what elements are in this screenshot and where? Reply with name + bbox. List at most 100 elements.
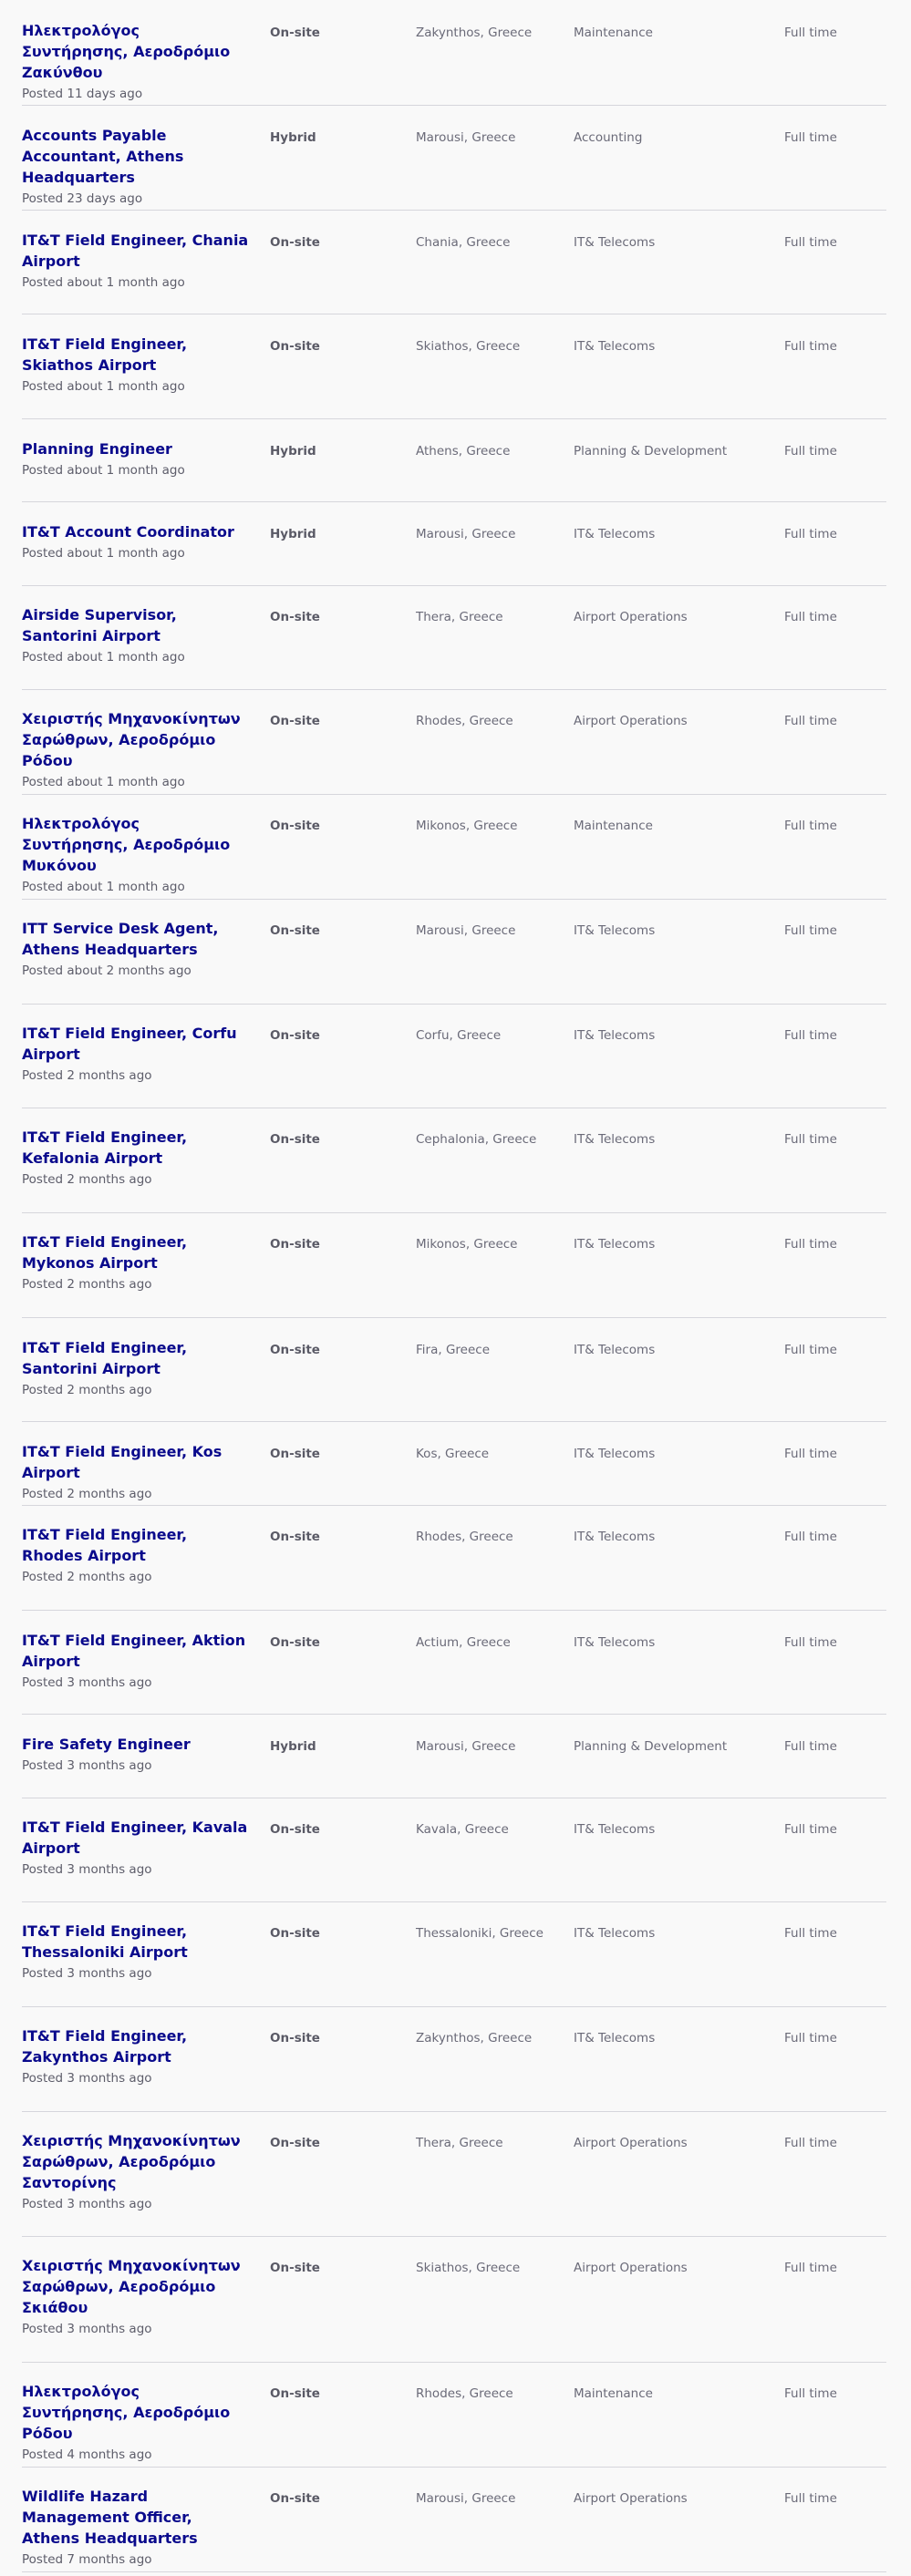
job-title-link[interactable]: IT&T Field Engineer, Kavala Airport (22, 1817, 250, 1859)
job-row[interactable]: IT&T Field Engineer, Corfu Airport Poste… (22, 1005, 886, 1108)
job-title-link[interactable]: IT&T Field Engineer, Thessaloniki Airpor… (22, 1921, 250, 1963)
job-title-link[interactable]: Fire Safety Engineer (22, 1734, 250, 1755)
employment-type: Full time (784, 1028, 837, 1043)
job-row[interactable]: Accounts Payable Accountant, Athens Head… (22, 106, 886, 211)
employment-type: Full time (784, 714, 837, 728)
job-row[interactable]: Χειριστής Μηχανοκίνητων Σαρώθρων, Αεροδρ… (22, 2237, 886, 2363)
workplace-type: On-site (270, 819, 320, 833)
job-title-link[interactable]: Airside Supervisor, Santorini Airport (22, 604, 250, 646)
job-title-link[interactable]: IT&T Field Engineer, Zakynthos Airport (22, 2025, 250, 2067)
posted-date: Posted about 1 month ago (22, 775, 185, 789)
job-location: Marousi, Greece (416, 2491, 516, 2506)
job-location: Zakynthos, Greece (416, 2031, 533, 2045)
job-row[interactable]: Ηλεκτρολόγος Συντήρησης, Αεροδρόμιο Ρόδο… (22, 2363, 886, 2468)
posted-date: Posted 3 months ago (22, 1675, 152, 1690)
employment-type: Full time (784, 2136, 837, 2150)
job-row[interactable]: IT&T Field Engineer, Thessaloniki Airpor… (22, 1902, 886, 2007)
employment-type: Full time (784, 2261, 837, 2275)
job-location: Kos, Greece (416, 1447, 490, 1461)
posted-date: Posted about 1 month ago (22, 379, 185, 394)
job-title-link[interactable]: Wildlife Hazard Management Officer, Athe… (22, 2486, 250, 2549)
job-row[interactable]: Wildlife Hazard Management Officer, Athe… (22, 2468, 886, 2572)
job-title-link[interactable]: Ηλεκτρολόγος Συντήρησης, Αεροδρόμιο Μυκό… (22, 813, 250, 876)
job-title-cell: IT&T Field Engineer, Kos Airport Posted … (22, 1441, 250, 1503)
job-title-link[interactable]: Χειριστής Μηχανοκίνητων Σαρώθρων, Αεροδρ… (22, 2130, 250, 2193)
job-title-link[interactable]: IT&T Account Coordinator (22, 521, 250, 542)
posted-date: Posted 4 months ago (22, 2447, 152, 2462)
workplace-type: On-site (270, 714, 320, 728)
posted-date: Posted 2 months ago (22, 1487, 152, 1501)
job-title-link[interactable]: ITT Service Desk Agent, Athens Headquart… (22, 918, 250, 960)
workplace-type: On-site (270, 1237, 320, 1252)
job-row[interactable]: ITT Service Desk Agent, Athens Headquart… (22, 900, 886, 1005)
job-row[interactable]: IT&T Field Engineer, Mykonos Airport Pos… (22, 1213, 886, 1318)
job-row[interactable]: IT&T Field Engineer, Chania Airport Post… (22, 211, 886, 314)
job-title-cell: IT&T Field Engineer, Mykonos Airport Pos… (22, 1231, 250, 1293)
job-department: IT& Telecoms (574, 235, 656, 250)
workplace-type: Hybrid (270, 444, 316, 459)
posted-date: Posted 3 months ago (22, 2322, 152, 2336)
job-row[interactable]: IT&T Field Engineer, Kavala Airport Post… (22, 1798, 886, 1902)
job-department: Maintenance (574, 26, 653, 40)
job-title-link[interactable]: IT&T Field Engineer, Corfu Airport (22, 1023, 250, 1065)
job-title-link[interactable]: IT&T Field Engineer, Chania Airport (22, 230, 250, 272)
job-title-link[interactable]: Ηλεκτρολόγος Συντήρησης, Αεροδρόμιο Ρόδο… (22, 2381, 250, 2444)
job-row[interactable]: Fire Safety Engineer Posted 3 months ago… (22, 1715, 886, 1798)
job-department: IT& Telecoms (574, 1237, 656, 1252)
job-row[interactable]: Ηλεκτρολόγος Συντήρησης, Αεροδρόμιο Ζακύ… (22, 0, 886, 106)
employment-type: Full time (784, 1822, 837, 1837)
job-title-link[interactable]: IT&T Field Engineer, Kefalonia Airport (22, 1127, 250, 1169)
job-department: Airport Operations (574, 2491, 688, 2506)
job-location: Fira, Greece (416, 1343, 490, 1357)
job-title-link[interactable]: Ηλεκτρολόγος Συντήρησης, Αεροδρόμιο Ζακύ… (22, 20, 250, 83)
job-title-link[interactable]: IT&T Field Engineer, Kos Airport (22, 1441, 250, 1483)
job-title-cell: Χειριστής Μηχανοκίνητων Σαρώθρων, Αεροδρ… (22, 2255, 250, 2338)
job-row[interactable]: IT&T Field Engineer, Kefalonia Airport P… (22, 1108, 886, 1213)
job-row[interactable]: Airside Supervisor, Santorini Airport Po… (22, 586, 886, 690)
job-location: Rhodes, Greece (416, 2386, 513, 2401)
job-department: IT& Telecoms (574, 527, 656, 541)
job-department: IT& Telecoms (574, 1822, 656, 1837)
posted-date: Posted 3 months ago (22, 1862, 152, 1877)
job-title-link[interactable]: Accounts Payable Accountant, Athens Head… (22, 125, 250, 188)
job-row[interactable]: IT&T Field Engineer, Aktion Airport Post… (22, 1611, 886, 1715)
job-row[interactable]: IT&T Field Engineer, Rhodes Airport Post… (22, 1506, 886, 1611)
job-title-link[interactable]: Planning Engineer (22, 438, 250, 459)
job-title-cell: Ηλεκτρολόγος Συντήρησης, Αεροδρόμιο Ρόδο… (22, 2381, 250, 2464)
job-row[interactable]: IT&T Field Engineer, Skiathos Airport Po… (22, 314, 886, 419)
job-title-cell: Ηλεκτρολόγος Συντήρησης, Αεροδρόμιο Μυκό… (22, 813, 250, 896)
job-row[interactable]: Planning Engineer Posted about 1 month a… (22, 419, 886, 502)
job-row[interactable]: IT&T Account Coordinator Posted about 1 … (22, 502, 886, 586)
job-list: Ηλεκτρολόγος Συντήρησης, Αεροδρόμιο Ζακύ… (22, 0, 886, 2572)
job-location: Kavala, Greece (416, 1822, 509, 1837)
job-title-cell: IT&T Field Engineer, Kefalonia Airport P… (22, 1127, 250, 1189)
job-title-cell: IT&T Account Coordinator Posted about 1 … (22, 521, 250, 562)
job-location: Skiathos, Greece (416, 2261, 521, 2275)
job-row[interactable]: Χειριστής Μηχανοκίνητων Σαρώθρων, Αεροδρ… (22, 690, 886, 795)
posted-date: Posted 3 months ago (22, 2071, 152, 2086)
job-location: Rhodes, Greece (416, 1530, 513, 1544)
job-department: Accounting (574, 130, 643, 145)
job-row[interactable]: IT&T Field Engineer, Santorini Airport P… (22, 1318, 886, 1422)
job-title-link[interactable]: IT&T Field Engineer, Rhodes Airport (22, 1524, 250, 1566)
job-title-cell: Fire Safety Engineer Posted 3 months ago (22, 1734, 250, 1775)
job-title-link[interactable]: Χειριστής Μηχανοκίνητων Σαρώθρων, Αεροδρ… (22, 708, 250, 771)
job-department: Airport Operations (574, 610, 688, 624)
job-department: IT& Telecoms (574, 923, 656, 938)
job-title-link[interactable]: IT&T Field Engineer, Skiathos Airport (22, 334, 250, 376)
employment-type: Full time (784, 1447, 837, 1461)
job-row[interactable]: Χειριστής Μηχανοκίνητων Σαρώθρων, Αεροδρ… (22, 2112, 886, 2237)
workplace-type: On-site (270, 1822, 320, 1837)
job-title-link[interactable]: IT&T Field Engineer, Santorini Airport (22, 1337, 250, 1379)
job-title-link[interactable]: IT&T Field Engineer, Aktion Airport (22, 1630, 250, 1672)
job-title-link[interactable]: Χειριστής Μηχανοκίνητων Σαρώθρων, Αεροδρ… (22, 2255, 250, 2318)
job-title-link[interactable]: IT&T Field Engineer, Mykonos Airport (22, 1231, 250, 1273)
job-row[interactable]: IT&T Field Engineer, Zakynthos Airport P… (22, 2007, 886, 2112)
job-row[interactable]: Ηλεκτρολόγος Συντήρησης, Αεροδρόμιο Μυκό… (22, 795, 886, 900)
job-department: IT& Telecoms (574, 1926, 656, 1941)
employment-type: Full time (784, 1926, 837, 1941)
workplace-type: On-site (270, 339, 320, 354)
job-row[interactable]: IT&T Field Engineer, Kos Airport Posted … (22, 1422, 886, 1506)
workplace-type: On-site (270, 26, 320, 40)
job-title-cell: Wildlife Hazard Management Officer, Athe… (22, 2486, 250, 2569)
